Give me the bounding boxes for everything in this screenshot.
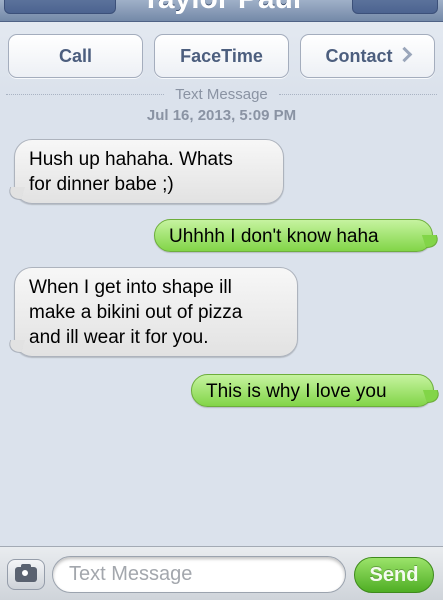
- message-text-line: When I get into shape ill: [29, 277, 232, 298]
- outgoing-message-bubble[interactable]: This is why I love you: [191, 374, 434, 407]
- call-button-label: Call: [58, 46, 92, 66]
- camera-button[interactable]: [7, 559, 45, 590]
- message-input[interactable]: [52, 556, 346, 593]
- message-text-line: Hush up hahaha. Whats: [29, 149, 233, 170]
- message-text-line: and ill wear it for you.: [29, 327, 209, 348]
- contact-button-label: Contact: [325, 46, 393, 66]
- incoming-message-bubble[interactable]: Hush up hahaha. Whats for dinner babe ;): [14, 139, 284, 204]
- chevron-right-icon: [396, 46, 412, 63]
- edit-button[interactable]: [352, 0, 438, 14]
- message-text-line: This is why I love you: [206, 381, 387, 402]
- message-text-line: for dinner babe ;): [29, 174, 174, 195]
- incoming-message-bubble[interactable]: When I get into shape ill make a bikini …: [14, 267, 298, 357]
- conversation-title: Taylor Paul: [120, 0, 323, 16]
- message-timestamp: Jul 16, 2013, 5:09 PM: [146, 107, 297, 124]
- message-text-line: Uhhhh I don't know haha: [169, 226, 379, 247]
- call-button[interactable]: Call: [8, 34, 143, 78]
- camera-lens-icon: [20, 568, 30, 578]
- facetime-button[interactable]: FaceTime: [154, 34, 289, 78]
- message-text-line: make a bikini out of pizza: [29, 302, 243, 323]
- back-button[interactable]: [4, 0, 116, 14]
- navigation-bar: Taylor Paul: [0, 0, 443, 22]
- facetime-button-label: FaceTime: [180, 46, 263, 66]
- message-composer: Send: [0, 546, 443, 600]
- send-button[interactable]: Send: [354, 557, 434, 593]
- message-type-label: Text Message: [175, 86, 268, 103]
- outgoing-message-bubble[interactable]: Uhhhh I don't know haha: [154, 219, 433, 252]
- contact-button[interactable]: Contact: [300, 34, 435, 78]
